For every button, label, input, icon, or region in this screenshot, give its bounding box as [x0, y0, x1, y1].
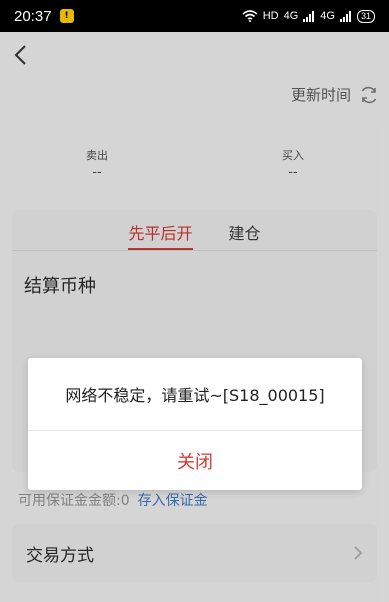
- signal-bars-icon: [339, 10, 351, 22]
- status-indicators: HD 4G 4G 31: [242, 9, 375, 23]
- notification-badge-icon: !: [59, 9, 74, 23]
- close-button[interactable]: 关闭: [28, 431, 362, 490]
- signal-2-label: 4G: [320, 10, 335, 22]
- network-type: HD: [262, 10, 279, 22]
- error-dialog: 网络不稳定，请重试~[S18_00015] 关闭: [28, 358, 362, 490]
- battery-icon: 31: [356, 9, 375, 23]
- signal-1-label: 4G: [283, 10, 299, 22]
- dialog-message: 网络不稳定，请重试~[S18_00015]: [65, 386, 325, 405]
- status-bar: 20:37 ! HD 4G 4G 31: [0, 0, 389, 32]
- status-time: 20:37: [14, 7, 52, 25]
- signal-bars-icon: [303, 10, 315, 22]
- wifi-icon: [242, 10, 258, 22]
- modal-overlay[interactable]: [0, 32, 389, 602]
